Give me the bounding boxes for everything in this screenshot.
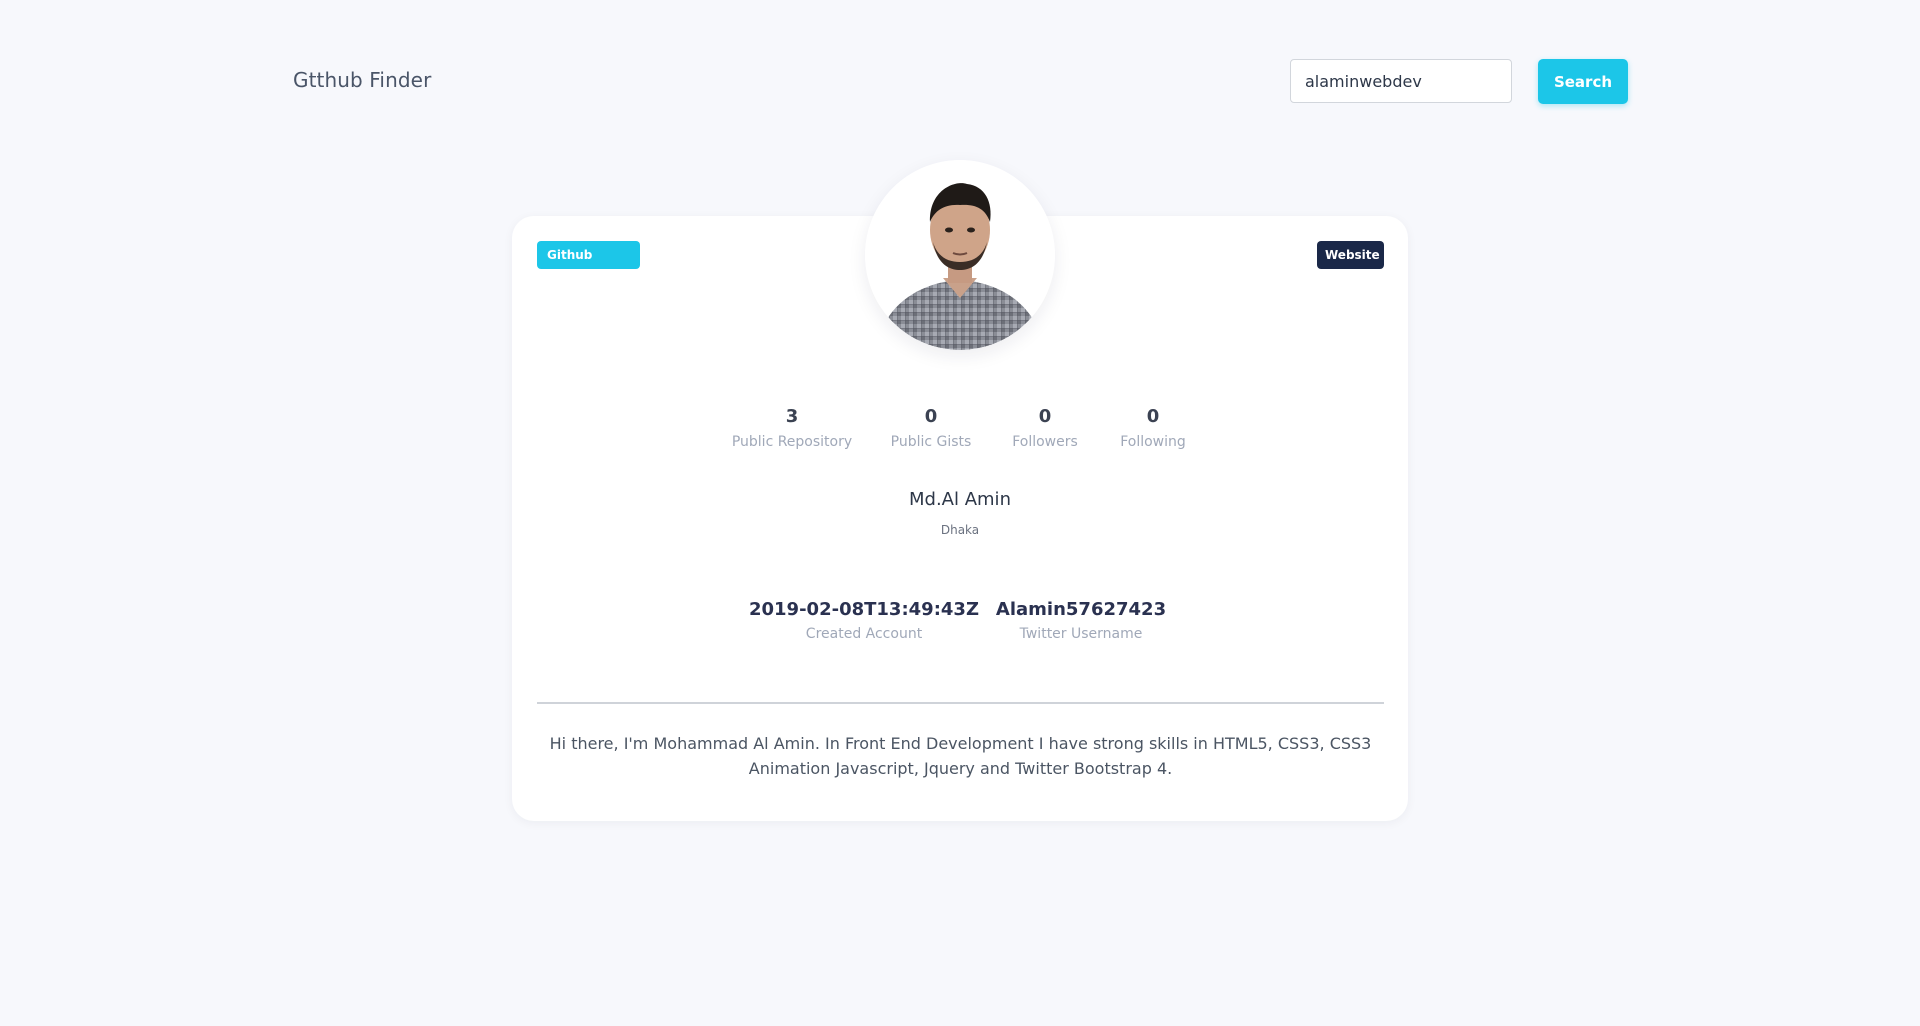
twitter-username: Alamin57627423 Twitter Username bbox=[961, 599, 1201, 642]
github-profile-button[interactable]: Github Profile bbox=[537, 241, 640, 290]
twitter-username-label: Twitter Username bbox=[1019, 626, 1143, 642]
search-input[interactable] bbox=[1290, 59, 1512, 103]
created-account-label: Created Account bbox=[805, 626, 923, 642]
brand-title: Gtthub Finder bbox=[293, 68, 432, 92]
stat-following: 0 Following bbox=[1083, 404, 1223, 450]
stat-value: 3 bbox=[785, 406, 799, 427]
avatar bbox=[865, 160, 1055, 350]
created-account-value: 2019-02-08T13:49:43Z bbox=[748, 599, 979, 620]
profile-location: Dhaka bbox=[940, 523, 980, 537]
stat-label: Public Repository bbox=[731, 434, 853, 450]
created-account: 2019-02-08T13:49:43Z Created Account bbox=[744, 599, 984, 642]
stat-value: 0 bbox=[1146, 406, 1160, 427]
profile-name: Md.Al Amin bbox=[909, 489, 1011, 510]
twitter-username-value: Alamin57627423 bbox=[995, 599, 1167, 620]
divider bbox=[537, 702, 1384, 704]
profile-bio: Hi there, I'm Mohammad Al Amin. In Front… bbox=[549, 734, 1372, 778]
app-header: Gtthub Finder Search bbox=[0, 0, 1920, 160]
website-button[interactable]: Website bbox=[1317, 241, 1384, 269]
search-button[interactable]: Search bbox=[1538, 59, 1628, 104]
stat-public-repository: 3 Public Repository bbox=[722, 404, 862, 450]
stat-label: Following bbox=[1120, 434, 1186, 450]
avatar-photo bbox=[865, 160, 1055, 350]
